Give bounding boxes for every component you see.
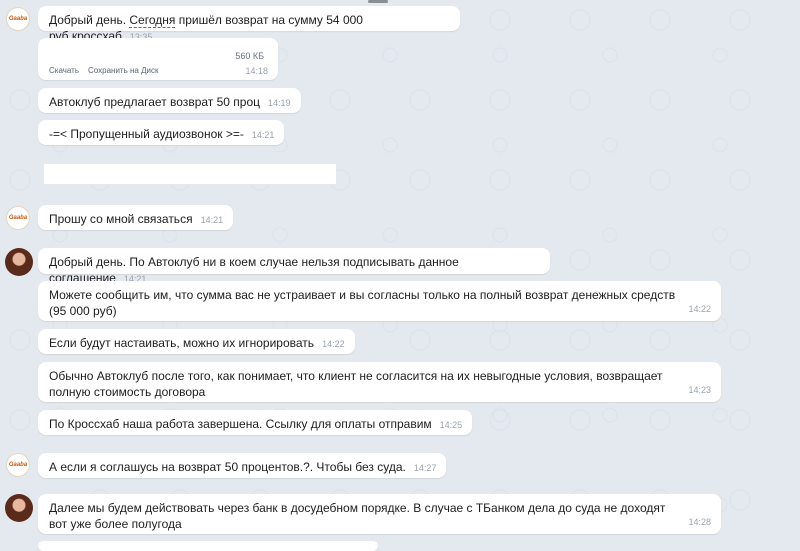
message-time: 14:23 [688,385,711,395]
message-bubble: -=< Пропущенный аудиозвонок >=- 14:21 [38,120,285,145]
hidden-content-placeholder [44,164,336,184]
client-avatar[interactable]: Gaaba [6,453,30,477]
message-bubble: Далее мы будем действовать через банк в … [38,494,721,534]
message-time: 14:21 [200,215,224,225]
message-text: Автоклуб предлагает возврат 50 проц [49,95,261,109]
save-to-disk-link[interactable]: Сохранить на Диск [88,66,158,75]
message-time: 14:18 [245,66,268,76]
operator-avatar[interactable] [5,494,33,522]
client-avatar[interactable]: Gaaba [6,7,30,31]
message-bubble: Обычно Автоклуб после того, как понимает… [38,362,721,402]
message-text: Далее мы будем действовать через банк в … [49,501,666,531]
message-bubble: Прошу со мной связаться 14:21 [38,205,234,230]
operator-avatar[interactable] [5,248,33,276]
message-time: 14:19 [268,98,291,108]
message-bubble-partial [38,541,378,551]
message-text: Можете сообщить им, что сумма вас не уст… [49,288,676,318]
message-text: Прошу со мной связаться [49,212,193,226]
message-time: 14:27 [413,463,437,473]
message-text: Обычно Автоклуб после того, как понимает… [49,369,663,399]
message-time: 14:22 [688,304,711,314]
scroll-indicator [368,0,388,3]
message-text: Если будут настаивать, можно их игнориро… [49,336,315,350]
client-avatar[interactable]: Gaaba [6,206,30,230]
message-time: 14:22 [322,339,345,349]
file-size: 560 КБ [235,51,264,61]
missed-call-text: -=< Пропущенный аудиозвонок >=- [49,127,244,141]
message-time: 14:21 [251,130,275,140]
message-bubble: Если будут настаивать, можно их игнориро… [38,329,355,354]
message-bubble: Добрый день. Сегодня пришёл возврат на с… [38,6,460,43]
message-bubble: По Кроссхаб наша работа завершена. Ссылк… [38,410,473,435]
message-link-word[interactable]: Сегодня [129,13,176,28]
message-text: По Кроссхаб наша работа завершена. Ссылк… [49,417,432,431]
message-time: 14:25 [439,420,463,430]
message-text: А если я соглашусь на возврат 50 процент… [49,460,406,474]
message-time: 14:28 [688,517,711,527]
message-text: Добрый день. [49,13,130,27]
download-link[interactable]: Скачать [49,66,79,75]
message-bubble: Можете сообщить им, что сумма вас не уст… [38,281,721,321]
message-bubble: А если я соглашусь на возврат 50 процент… [38,453,447,478]
file-actions: Скачать Сохранить на Диск [49,63,167,79]
file-message-bubble[interactable]: 560 КБ Скачать Сохранить на Диск 14:18 [38,38,278,80]
message-bubble: Добрый день. По Автоклуб ни в коем случа… [38,248,550,285]
message-bubble: Автоклуб предлагает возврат 50 проц 14:19 [38,88,301,113]
